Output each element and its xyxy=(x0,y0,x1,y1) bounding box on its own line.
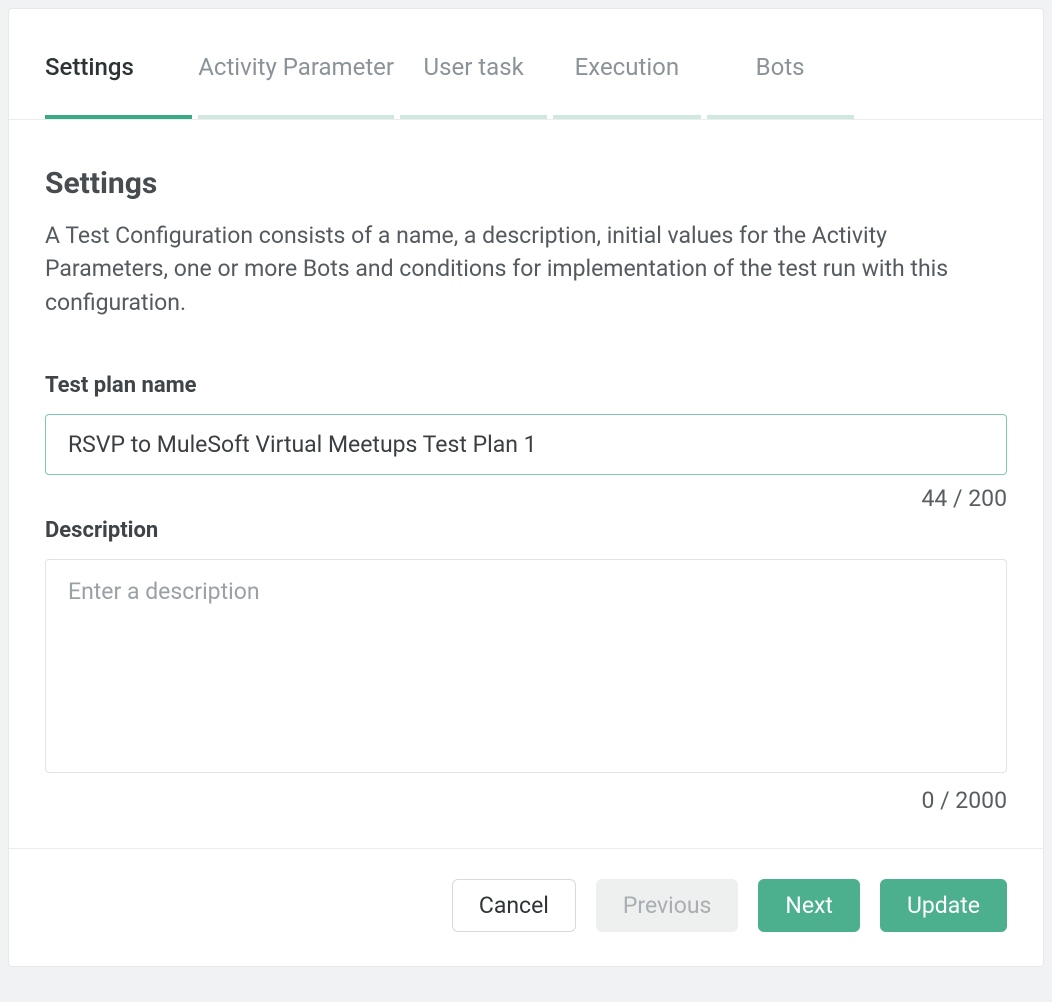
tab-user-task[interactable]: User task xyxy=(400,45,547,119)
tab-bots[interactable]: Bots xyxy=(707,45,854,119)
update-button[interactable]: Update xyxy=(880,879,1007,932)
config-card: Settings Activity Parameter User task Ex… xyxy=(8,8,1044,967)
tab-activity-parameter[interactable]: Activity Parameter xyxy=(198,45,394,119)
tab-bar: Settings Activity Parameter User task Ex… xyxy=(9,9,1043,120)
test-plan-name-counter: 44 / 200 xyxy=(45,485,1007,512)
footer-actions: Cancel Previous Next Update xyxy=(9,848,1043,966)
description-label: Description xyxy=(45,518,1007,543)
settings-panel: Settings A Test Configuration consists o… xyxy=(9,120,1043,848)
next-button[interactable]: Next xyxy=(758,879,860,932)
description-counter: 0 / 2000 xyxy=(45,787,1007,814)
description-input[interactable] xyxy=(45,559,1007,773)
test-plan-name-field: Test plan name 44 / 200 xyxy=(45,373,1007,512)
previous-button: Previous xyxy=(596,879,739,932)
tab-spacer xyxy=(860,45,1007,119)
test-plan-name-input[interactable] xyxy=(45,414,1007,475)
tab-settings[interactable]: Settings xyxy=(45,45,192,119)
tab-execution[interactable]: Execution xyxy=(553,45,700,119)
cancel-button[interactable]: Cancel xyxy=(452,879,576,932)
test-plan-name-label: Test plan name xyxy=(45,373,1007,398)
section-description: A Test Configuration consists of a name,… xyxy=(45,219,1007,319)
section-title: Settings xyxy=(45,166,1007,201)
description-field: Description 0 / 2000 xyxy=(45,518,1007,814)
